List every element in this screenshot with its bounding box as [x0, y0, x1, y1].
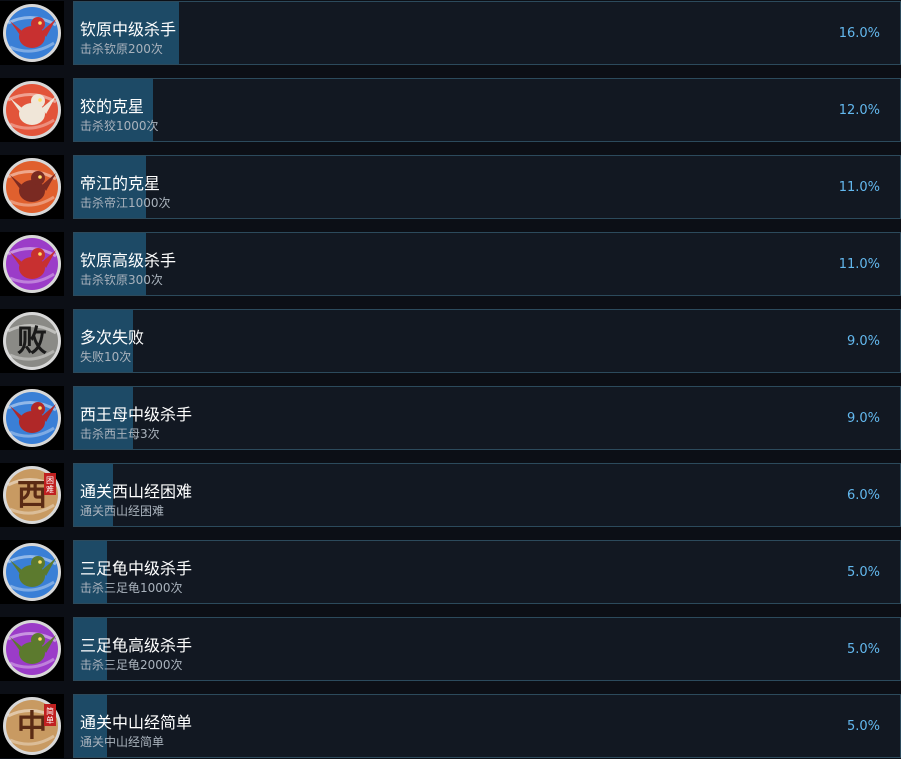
achievement-panel: 三足龟中级杀手击杀三足龟1000次 5.0%	[73, 540, 901, 604]
unlock-percent: 9.0%	[846, 334, 880, 349]
achievement-description: 击杀三足龟1000次	[80, 581, 183, 595]
achievement-title: 三足龟高级杀手	[80, 636, 193, 655]
bird-monster-icon	[0, 1, 64, 65]
svg-text:中: 中	[17, 709, 47, 744]
achievement-list: 钦原中级杀手击杀钦原200次 16.0% 狡的克星击杀狡1000次 12.0% 帝江的克…	[0, 0, 901, 759]
achievement-row[interactable]: 中简单通关中山经简单 通关中山经简单 5.0%	[0, 694, 901, 758]
achievement-panel: 三足龟高级杀手击杀三足龟2000次 5.0%	[73, 617, 901, 681]
achievement-description: 击杀三足龟2000次	[80, 658, 183, 672]
unlock-percent: 5.0%	[846, 642, 880, 657]
achievement-row[interactable]: 钦原高级杀手击杀钦原300次 11.0%	[0, 232, 901, 296]
achievement-title: 通关中山经简单	[80, 713, 193, 732]
achievement-title: 狡的克星	[80, 97, 145, 116]
svg-text:单: 单	[46, 715, 54, 725]
achievement-panel: 西王母中级杀手击杀西王母3次 9.0%	[73, 386, 901, 450]
unlock-percent: 16.0%	[838, 26, 880, 41]
achievement-row[interactable]: 三足龟中级杀手击杀三足龟1000次 5.0%	[0, 540, 901, 604]
achievement-panel: 通关中山经简单 通关中山经简单 5.0%	[73, 694, 901, 758]
wolf-monster-icon	[0, 78, 64, 142]
defeat-glyph-icon: 败	[0, 309, 64, 373]
achievement-panel: 狡的克星击杀狡1000次 12.0%	[73, 78, 901, 142]
turtle-monster-icon	[0, 617, 64, 681]
turtle-monster-icon	[0, 540, 64, 604]
achievement-title: 帝江的克星	[80, 174, 161, 193]
achievement-panel: 钦原高级杀手击杀钦原300次 11.0%	[73, 232, 901, 296]
achievement-panel: 帝江的克星击杀帝江1000次 11.0%	[73, 155, 901, 219]
achievement-row[interactable]: 三足龟高级杀手击杀三足龟2000次 5.0%	[0, 617, 901, 681]
svg-text:简: 简	[46, 706, 54, 716]
achievement-description: 击杀狡1000次	[80, 119, 159, 133]
achievement-description: 击杀钦原300次	[80, 273, 163, 287]
unlock-percent: 11.0%	[838, 180, 880, 195]
west-scroll-icon: 西困难	[0, 463, 64, 527]
unlock-percent: 9.0%	[846, 411, 880, 426]
svg-text:难: 难	[46, 484, 54, 494]
achievement-title: 多次失败	[80, 328, 145, 347]
achievement-description: 击杀西王母3次	[80, 427, 160, 441]
achievement-panel: 通关西山经困难 通关西山经困难 6.0%	[73, 463, 901, 527]
unlock-percent: 6.0%	[846, 488, 880, 503]
dijiang-monster-icon	[0, 155, 64, 219]
svg-text:困: 困	[46, 476, 54, 485]
achievement-title: 西王母中级杀手	[80, 405, 193, 424]
svg-text:败: 败	[17, 324, 47, 359]
achievement-row[interactable]: 西困难通关西山经困难 通关西山经困难 6.0%	[0, 463, 901, 527]
unlock-percent: 5.0%	[846, 719, 880, 734]
middle-scroll-icon: 中简单	[0, 694, 64, 758]
achievement-panel: 钦原中级杀手击杀钦原200次 16.0%	[73, 1, 901, 65]
svg-text:西: 西	[17, 478, 47, 513]
xiwangmu-monster-icon	[0, 386, 64, 450]
achievement-title: 钦原中级杀手	[80, 20, 177, 39]
unlock-percent: 5.0%	[846, 565, 880, 580]
achievement-description: 通关中山经简单	[80, 735, 165, 749]
unlock-percent: 11.0%	[838, 257, 880, 272]
achievement-description: 通关西山经困难	[80, 504, 165, 518]
achievement-description: 失败10次	[80, 350, 132, 364]
achievement-title: 通关西山经困难	[80, 482, 193, 501]
achievement-row[interactable]: 败 多次失败失败10次 9.0%	[0, 309, 901, 373]
achievement-description: 击杀钦原200次	[80, 42, 163, 56]
bird-monster-icon	[0, 232, 64, 296]
achievement-row[interactable]: 帝江的克星击杀帝江1000次 11.0%	[0, 155, 901, 219]
achievement-row[interactable]: 狡的克星击杀狡1000次 12.0%	[0, 78, 901, 142]
achievement-title: 钦原高级杀手	[80, 251, 177, 270]
achievement-row[interactable]: 西王母中级杀手击杀西王母3次 9.0%	[0, 386, 901, 450]
achievement-panel: 多次失败失败10次 9.0%	[73, 309, 901, 373]
achievement-row[interactable]: 钦原中级杀手击杀钦原200次 16.0%	[0, 1, 901, 65]
unlock-percent: 12.0%	[838, 103, 880, 118]
achievement-title: 三足龟中级杀手	[80, 559, 193, 578]
achievement-description: 击杀帝江1000次	[80, 196, 171, 210]
